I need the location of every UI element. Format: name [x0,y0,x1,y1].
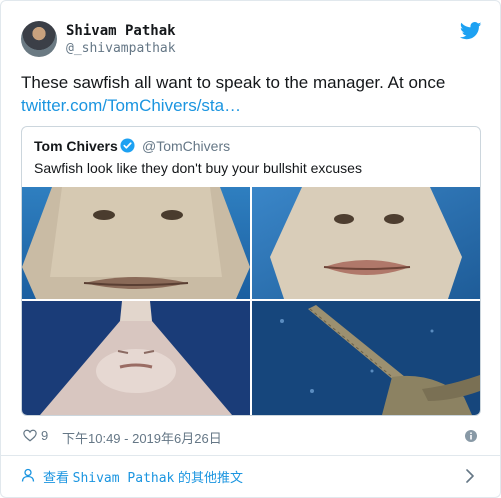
quoted-tweet[interactable]: Tom Chivers @TomChivers Sawfish look lik… [21,126,481,416]
person-icon [21,468,35,482]
info-icon[interactable] [465,430,477,442]
tweet-timestamp[interactable]: 下午10:49 - 2019年6月26日 [62,428,222,447]
tweet-link[interactable]: twitter.com/TomChivers/sta… [21,94,241,117]
sawfish-photo-1[interactable] [22,187,250,299]
quoted-author-name: Tom Chivers [34,138,118,154]
chevron-right-icon [466,469,474,483]
more-tweets-footer[interactable]: 查看 Shivam Pathak 的其他推文 [1,456,500,497]
footer-author-name: Shivam Pathak [72,471,175,486]
embedded-tweet-card: Shivam Pathak @_shivampathak These sawfi… [0,0,501,498]
footer-suffix: 的其他推文 [174,470,243,485]
sawfish-photo-2[interactable] [252,187,480,299]
heart-icon[interactable] [23,429,37,442]
author-handle[interactable]: @_shivampathak [66,41,176,56]
like-count[interactable]: 9 [41,428,48,443]
sawfish-photo-4[interactable] [252,301,480,415]
more-tweets-link[interactable]: 查看 Shivam Pathak 的其他推文 [43,467,243,486]
verified-badge-icon [120,138,135,153]
twitter-bird-icon[interactable] [460,22,482,40]
footer-prefix: 查看 [43,470,73,485]
tweet-text: These sawfish all want to speak to the m… [21,73,446,92]
tweet-meta: 9 下午10:49 - 2019年6月26日 [21,427,481,447]
author-name[interactable]: Shivam Pathak [66,23,176,39]
author-avatar[interactable] [21,21,57,57]
quoted-tweet-text: Sawfish look like they don't buy your bu… [34,160,362,176]
quoted-author-handle: @TomChivers [142,138,231,154]
photo-grid [22,187,480,415]
sawfish-photo-3[interactable] [22,301,250,415]
